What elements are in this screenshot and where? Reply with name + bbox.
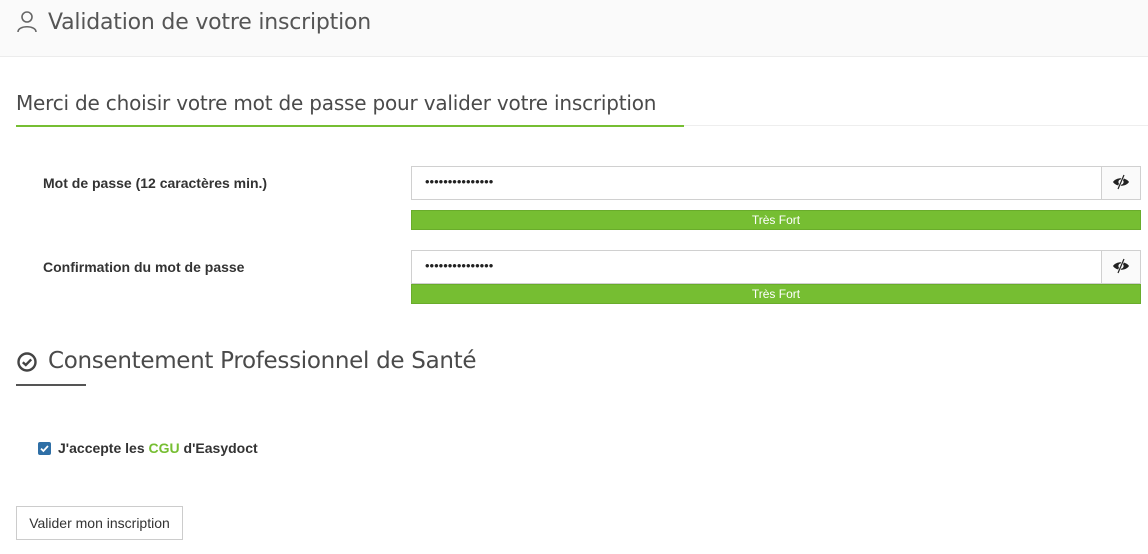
toggle-password-visibility-button[interactable] (1101, 167, 1140, 199)
confirm-password-label: Confirmation du mot de passe (43, 259, 245, 275)
eye-slash-icon (1113, 258, 1129, 274)
password-section-heading: Merci de choisir votre mot de passe pour… (16, 91, 657, 115)
accept-cgu-checkbox[interactable] (38, 442, 51, 455)
toggle-confirm-visibility-button[interactable] (1101, 251, 1140, 283)
confirm-password-value: ••••••••••••••• (425, 258, 494, 273)
submit-registration-button[interactable]: Valider mon inscription (16, 506, 183, 540)
eye-slash-icon (1113, 174, 1129, 190)
confirm-password-input[interactable]: ••••••••••••••• (411, 250, 1141, 284)
page-title: Validation de votre inscription (48, 10, 371, 35)
password-strength-bar: Très Fort (411, 210, 1141, 230)
page-header: Validation de votre inscription (0, 0, 1148, 57)
check-circle-icon (16, 351, 38, 373)
user-icon (16, 10, 38, 34)
divider (684, 125, 1148, 126)
confirm-strength-bar: Très Fort (411, 284, 1141, 304)
accept-prefix: J'accepte les (58, 440, 149, 456)
password-value: ••••••••••••••• (425, 174, 494, 189)
cgu-link[interactable]: CGU (149, 440, 180, 456)
consent-heading-underline (16, 384, 86, 386)
password-input[interactable]: ••••••••••••••• (411, 166, 1141, 200)
accept-cgu-label[interactable]: J'accepte les CGU d'Easydoct (58, 440, 258, 456)
consent-section-heading: Consentement Professionnel de Santé (48, 348, 477, 374)
password-label: Mot de passe (12 caractères min.) (43, 175, 268, 191)
heading-underline (16, 125, 684, 127)
accept-suffix: d'Easydoct (179, 440, 258, 456)
